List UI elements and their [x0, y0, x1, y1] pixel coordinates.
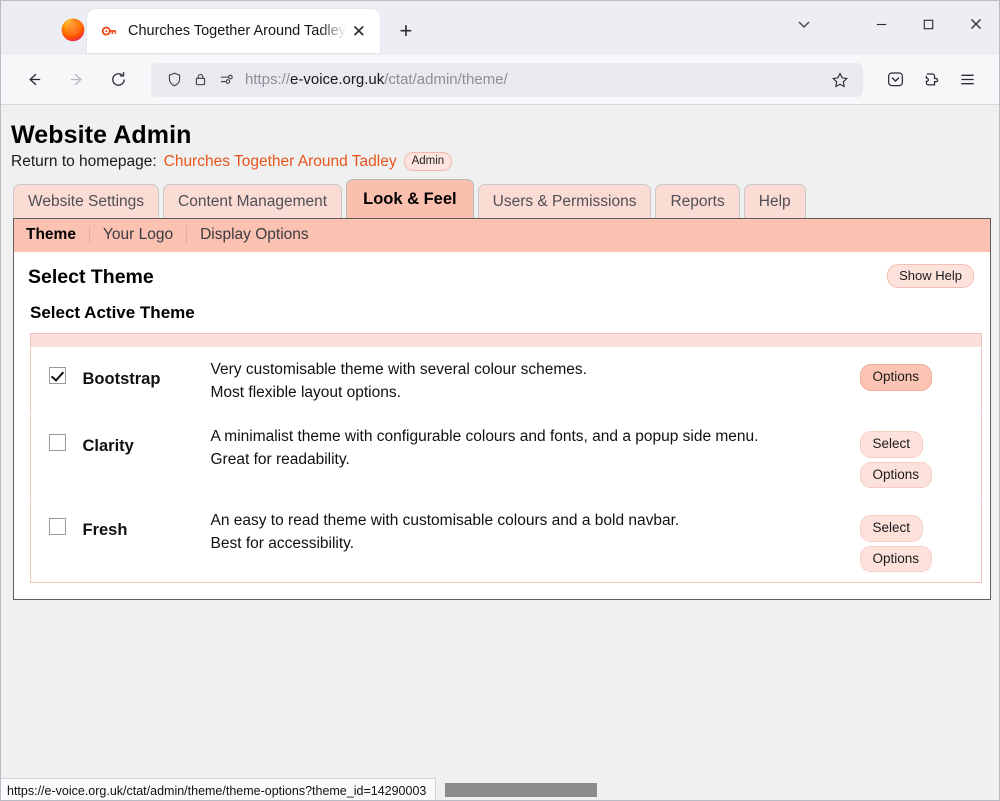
subtab-display-options[interactable]: Display Options [187, 226, 322, 244]
table-row: Clarity A minimalist theme with configur… [30, 413, 982, 499]
panel-body: Select Theme Show Help Select Active The… [14, 252, 990, 599]
theme-tagline: Best for accessibility. [210, 535, 355, 553]
theme-tagline: Most flexible layout options. [210, 384, 401, 401]
address-bar[interactable]: https://e-voice.org.uk/ctat/admin/theme/ [151, 62, 863, 97]
close-tab-icon[interactable]: ✕ [346, 18, 372, 44]
theme-description-cell: A minimalist theme with configurable col… [204, 413, 854, 499]
subtab-theme[interactable]: Theme [26, 226, 89, 244]
return-label: Return to homepage: [11, 152, 157, 170]
theme-name-cell: Bootstrap [76, 347, 205, 415]
theme-checkbox-clarity[interactable] [49, 434, 67, 451]
theme-description: A minimalist theme with configurable col… [210, 428, 759, 445]
theme-table-header-cell [31, 334, 982, 348]
select-button-fresh[interactable]: Select [859, 515, 924, 542]
list-all-tabs-icon[interactable] [784, 1, 824, 47]
theme-name: Fresh [82, 521, 128, 540]
site-permissions-icon[interactable] [213, 67, 239, 93]
status-bar: https://e-voice.org.uk/ctat/admin/theme/… [1, 778, 598, 800]
theme-select-cell [30, 347, 77, 415]
subtab-your-logo[interactable]: Your Logo [90, 226, 186, 244]
link-preview-text: https://e-voice.org.uk/ctat/admin/theme/… [1, 778, 437, 800]
close-window-button[interactable] [952, 1, 999, 47]
table-row: Bootstrap Very customisable theme with s… [30, 347, 982, 415]
page-title: Website Admin [11, 121, 192, 149]
browser-window: Churches Together Around Tadley ✕ + http… [0, 0, 1000, 801]
horizontal-scrollbar-thumb[interactable] [445, 783, 598, 797]
show-help-button[interactable]: Show Help [887, 263, 974, 288]
panel-header: Select Theme Show Help [28, 262, 976, 289]
theme-name: Bootstrap [82, 370, 161, 388]
theme-subnav: Theme Your Logo Display Options [14, 219, 990, 252]
admin-panel: Theme Your Logo Display Options Select T… [13, 218, 991, 601]
maximize-button[interactable] [905, 1, 952, 47]
theme-checkbox-bootstrap[interactable] [49, 367, 67, 384]
theme-table-header [30, 333, 982, 348]
save-to-pocket-icon[interactable] [877, 64, 913, 96]
admin-main-tabs: Website Settings Content Management Look… [13, 179, 989, 218]
theme-description-cell: Very customisable theme with several col… [204, 347, 854, 415]
url-text: https://e-voice.org.uk/ctat/admin/theme/ [245, 71, 508, 88]
tab-look-and-feel[interactable]: Look & Feel [346, 179, 474, 218]
tab-reports[interactable]: Reports [655, 183, 740, 218]
options-button-clarity[interactable]: Options [859, 461, 933, 489]
theme-actions-cell: Select Options [853, 413, 982, 499]
tab-help[interactable]: Help [743, 183, 806, 218]
key-icon [101, 23, 118, 40]
tab-title: Churches Together Around Tadley [128, 23, 346, 39]
theme-table-header-row [30, 333, 982, 348]
navigation-toolbar: https://e-voice.org.uk/ctat/admin/theme/ [1, 55, 999, 105]
options-button-fresh[interactable]: Options [859, 545, 933, 573]
select-active-theme-heading: Select Active Theme [30, 303, 195, 322]
window-controls [858, 1, 999, 47]
star-icon[interactable] [825, 66, 855, 94]
return-to-homepage-line: Return to homepage: Churches Together Ar… [11, 152, 989, 172]
firefox-logo-icon [59, 15, 87, 43]
tab-strip: Churches Together Around Tadley ✕ + [87, 1, 424, 55]
theme-actions-cell: Select Options [853, 498, 982, 583]
theme-table: Bootstrap Very customisable theme with s… [30, 333, 982, 584]
tab-users-permissions[interactable]: Users & Permissions [477, 183, 652, 218]
role-badge: Admin [403, 152, 453, 172]
site-homepage-link[interactable]: Churches Together Around Tadley [164, 153, 397, 171]
options-button-bootstrap[interactable]: Options [859, 364, 933, 391]
theme-checkbox-fresh[interactable] [49, 518, 67, 536]
browser-titlebar: Churches Together Around Tadley ✕ + [1, 1, 999, 55]
theme-select-cell [30, 498, 77, 583]
select-theme-heading: Select Theme [28, 266, 154, 288]
page-viewport: Website Admin Return to homepage: Church… [1, 105, 999, 800]
browser-tab[interactable]: Churches Together Around Tadley ✕ [87, 9, 380, 53]
reload-button[interactable] [99, 63, 137, 97]
theme-name-cell: Fresh [76, 498, 205, 583]
theme-description: Very customisable theme with several col… [210, 361, 587, 378]
hamburger-menu-icon[interactable] [949, 64, 985, 96]
padlock-icon[interactable] [187, 67, 213, 93]
back-button[interactable] [15, 63, 53, 97]
theme-name-cell: Clarity [76, 413, 205, 499]
forward-button[interactable] [57, 63, 95, 97]
theme-name: Clarity [82, 437, 134, 455]
theme-description: An easy to read theme with customisable … [210, 512, 680, 530]
minimize-button[interactable] [858, 1, 905, 47]
new-tab-button[interactable]: + [388, 13, 424, 49]
table-row: Fresh An easy to read theme with customi… [30, 498, 982, 583]
select-button-clarity[interactable]: Select [859, 431, 924, 458]
extensions-icon[interactable] [913, 64, 949, 96]
tab-content-management[interactable]: Content Management [163, 183, 343, 218]
theme-description-cell: An easy to read theme with customisable … [204, 498, 854, 583]
theme-select-cell [30, 413, 77, 499]
tab-website-settings[interactable]: Website Settings [13, 183, 160, 218]
tracking-protection-shield-icon[interactable] [161, 67, 187, 93]
theme-tagline: Great for readability. [210, 451, 350, 468]
theme-actions-cell: Options [853, 347, 982, 415]
